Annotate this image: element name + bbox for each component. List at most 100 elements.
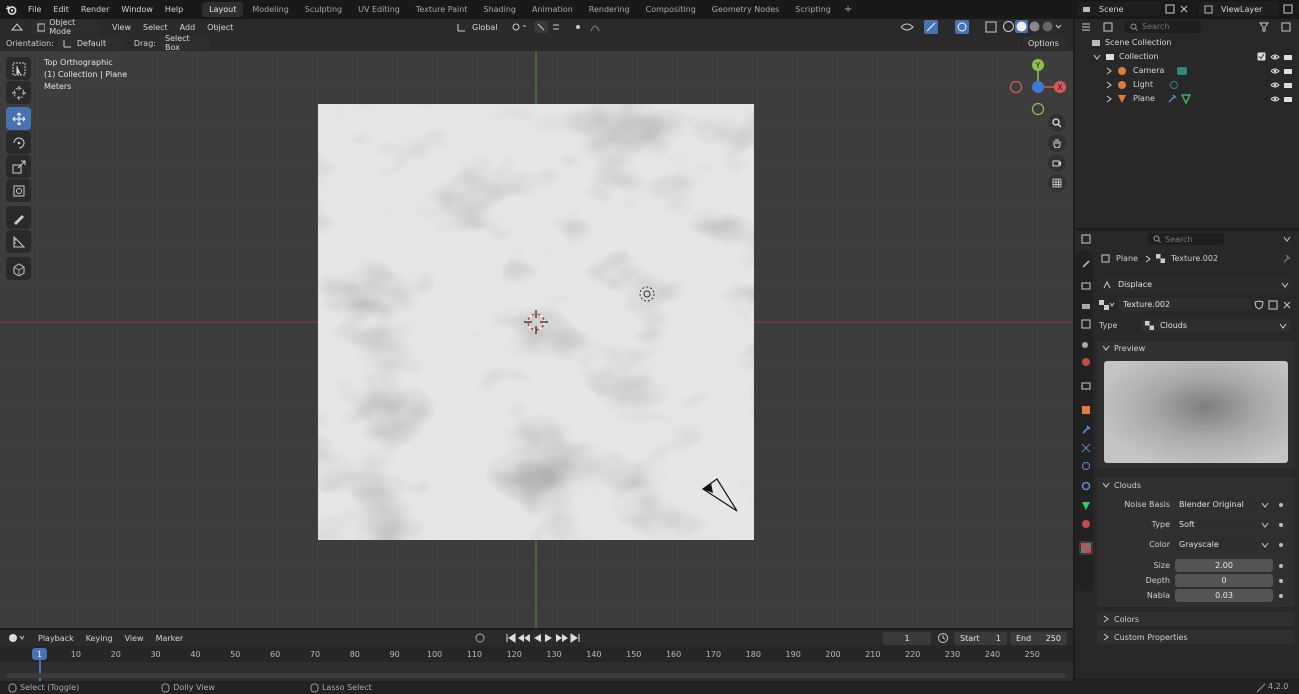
play-icon[interactable] — [543, 632, 555, 644]
orientation-dropdown[interactable]: Default — [57, 36, 124, 50]
outliner-row-camera[interactable]: Camera — [1075, 64, 1299, 77]
timeline-menu-keying[interactable]: Keying — [80, 629, 119, 648]
texture-type-dropdown[interactable]: Clouds — [1141, 319, 1291, 332]
camera-view-button[interactable] — [1048, 154, 1066, 172]
colors-panel-header[interactable]: Colors — [1097, 612, 1295, 626]
blender-logo-icon[interactable] — [0, 4, 22, 16]
object-tab-icon[interactable] — [1079, 403, 1093, 417]
render-tab-icon[interactable] — [1079, 279, 1093, 293]
menu-help[interactable]: Help — [159, 0, 189, 19]
zoom-view-button[interactable] — [1048, 114, 1066, 132]
clouds-panel-header[interactable]: Clouds — [1097, 477, 1295, 493]
custom-properties-panel-header[interactable]: Custom Properties — [1097, 630, 1295, 644]
workspace-tab-animation[interactable]: Animation — [525, 2, 580, 17]
timeline-scrollbar[interactable] — [6, 673, 1066, 678]
visibility-eye-icon[interactable] — [1270, 66, 1280, 76]
cursor-tool[interactable] — [6, 81, 31, 104]
proportional-editing-icon[interactable] — [573, 21, 603, 33]
new-collection-icon[interactable] — [1281, 22, 1291, 32]
world-tab-icon[interactable] — [1079, 355, 1093, 369]
pan-view-button[interactable] — [1048, 134, 1066, 152]
overlay-toggle-icon[interactable] — [955, 20, 979, 34]
depth-field[interactable]: 0 — [1175, 574, 1273, 587]
measure-tool[interactable] — [6, 230, 31, 253]
noise-type-dropdown[interactable]: Soft — [1175, 518, 1273, 531]
jump-to-keyframe-forward-icon[interactable] — [555, 632, 569, 644]
jump-to-keyframe-back-icon[interactable] — [517, 632, 531, 644]
expand-chevron-icon[interactable] — [1105, 67, 1113, 75]
rotate-tool[interactable] — [6, 131, 31, 154]
outliner-row-light[interactable]: Light — [1075, 78, 1299, 91]
timeline-menu-marker[interactable]: Marker — [150, 629, 190, 648]
modifier-tab-icon[interactable] — [1079, 423, 1093, 437]
menu-render[interactable]: Render — [75, 0, 115, 19]
data-tab-icon[interactable] — [1079, 499, 1093, 513]
workspace-tab-geometry-nodes[interactable]: Geometry Nodes — [705, 2, 786, 17]
add-cube-tool[interactable] — [6, 257, 31, 280]
new-scene-icon[interactable] — [1165, 4, 1175, 14]
nabla-field[interactable]: 0.03 — [1175, 589, 1273, 602]
duplicate-icon[interactable] — [1268, 300, 1278, 310]
drag-dropdown[interactable]: Select Box — [159, 34, 210, 52]
menu-window[interactable]: Window — [115, 0, 159, 19]
visibility-eye-icon[interactable] — [1270, 94, 1280, 104]
workspace-tab-rendering[interactable]: Rendering — [582, 2, 637, 17]
render-camera-icon[interactable] — [1283, 66, 1293, 76]
current-frame-field[interactable]: 1 — [883, 632, 931, 645]
timeline-menu-playback[interactable]: Playback — [32, 629, 80, 648]
visibility-eye-icon[interactable] — [1270, 80, 1280, 90]
transform-orientation-selector[interactable]: Global — [452, 20, 506, 34]
snap-icon[interactable] — [534, 21, 570, 33]
render-camera-icon[interactable] — [1283, 94, 1293, 104]
render-camera-icon[interactable] — [1283, 80, 1293, 90]
options-button[interactable]: Options — [1023, 36, 1067, 50]
material-tab-icon[interactable] — [1079, 517, 1093, 531]
outliner-search-input[interactable]: Search — [1125, 20, 1201, 33]
timeline-editor-icon[interactable] — [8, 633, 26, 643]
workspace-tab-shading[interactable]: Shading — [476, 2, 523, 17]
start-frame-field[interactable]: Start 1 — [954, 632, 1007, 645]
jump-to-end-icon[interactable] — [569, 632, 581, 644]
collapse-chevron-icon[interactable] — [1093, 53, 1101, 61]
workspace-tab-compositing[interactable]: Compositing — [639, 2, 703, 17]
noise-basis-dropdown[interactable]: Blender Original — [1175, 498, 1273, 511]
texture-context-dropdown[interactable]: Displace — [1099, 278, 1293, 291]
outliner-row-plane[interactable]: Plane — [1075, 92, 1299, 105]
texture-name-field[interactable]: Texture.002 — [1119, 298, 1249, 311]
display-mode-icon[interactable] — [1103, 22, 1119, 32]
output-tab-icon[interactable] — [1079, 299, 1093, 313]
expand-chevron-icon[interactable] — [1105, 81, 1113, 89]
wireframe-shading-icon[interactable] — [1002, 20, 1015, 33]
viewport-menu-view[interactable]: View — [106, 18, 137, 37]
mesh-data-icon[interactable] — [1180, 93, 1191, 104]
annotate-tool[interactable] — [6, 206, 31, 229]
fake-user-shield-icon[interactable] — [1254, 299, 1264, 310]
texture-tab-icon[interactable] — [1079, 541, 1093, 555]
move-tool[interactable] — [6, 107, 31, 130]
pin-icon[interactable] — [1282, 254, 1291, 263]
exclude-checkbox-icon[interactable] — [1257, 52, 1266, 61]
workspace-tab-sculpting[interactable]: Sculpting — [298, 2, 349, 17]
editor-type-button[interactable] — [6, 20, 30, 34]
texture-browse-icon[interactable] — [1099, 299, 1115, 310]
pivot-point-icon[interactable] — [511, 22, 529, 32]
new-view-layer-icon[interactable] — [1283, 4, 1293, 14]
filter-icon[interactable] — [1259, 22, 1275, 32]
viewlayer-selector[interactable]: ViewLayer — [1199, 2, 1279, 16]
play-reverse-icon[interactable] — [531, 632, 543, 644]
gizmo-toggle-icon[interactable] — [924, 20, 948, 34]
frame-ruler[interactable]: 10 20 30 40 50 60 70 80 90 100 110 120 130 140 150 160 1… — [0, 646, 1073, 662]
xray-toggle-icon[interactable] — [985, 21, 997, 33]
menu-edit[interactable]: Edit — [47, 0, 75, 19]
workspace-tab-layout[interactable]: Layout — [202, 2, 244, 17]
mode-selector[interactable]: Object Mode — [32, 18, 100, 36]
workspace-tab-modeling[interactable]: Modeling — [245, 2, 295, 17]
tool-tab-icon[interactable] — [1079, 257, 1093, 271]
size-field[interactable]: 2.00 — [1175, 559, 1273, 572]
view-layer-tab-icon[interactable] — [1079, 317, 1093, 331]
add-workspace-button[interactable]: + — [839, 4, 857, 15]
chevron-down-icon[interactable] — [1283, 235, 1291, 243]
delete-scene-icon[interactable] — [1179, 4, 1189, 14]
visibility-selector-icon[interactable] — [899, 21, 921, 33]
physics-tab-icon[interactable] — [1079, 459, 1093, 473]
